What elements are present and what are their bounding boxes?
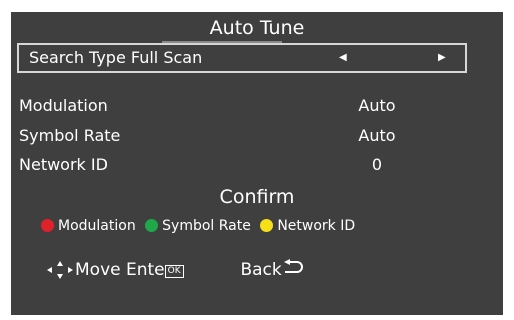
search-type-selector[interactable]: Search Type Full Scan ◀ ▶	[17, 43, 467, 73]
arrow-left-icon[interactable]: ◀	[339, 45, 347, 71]
search-type-label: Search Type Full Scan	[29, 48, 203, 67]
red-key-icon	[41, 219, 54, 232]
arrow-right-icon[interactable]: ▶	[438, 45, 446, 71]
network-id-value[interactable]: 0	[337, 155, 417, 175]
network-id-label: Network ID	[19, 155, 108, 174]
confirm-button[interactable]: Confirm	[11, 184, 503, 210]
enter-hint-label: Ente	[126, 260, 165, 280]
back-icon	[282, 258, 304, 282]
legend-label: Modulation	[58, 218, 136, 234]
legend-label: Network ID	[277, 218, 356, 234]
dpad-icon	[45, 260, 75, 280]
ok-key-icon: OK	[164, 265, 184, 278]
navigation-hints: Move Ente OK Back	[45, 258, 304, 282]
yellow-key-icon	[260, 219, 274, 232]
modulation-label: Modulation	[19, 96, 108, 115]
green-key-icon	[145, 219, 159, 232]
legend-item-modulation: Modulation	[41, 218, 140, 234]
move-hint-label: Move	[75, 260, 121, 280]
legend-item-network-id: Network ID	[260, 218, 355, 234]
legend-label: Symbol Rate	[162, 218, 251, 234]
color-key-legend: Modulation Symbol Rate Network ID	[41, 216, 360, 236]
auto-tune-menu: Auto Tune Search Type Full Scan ◀ ▶ Modu…	[11, 12, 503, 315]
symbol-rate-label: Symbol Rate	[19, 126, 121, 145]
back-hint-label: Back	[240, 260, 282, 280]
modulation-value[interactable]: Auto	[337, 96, 417, 116]
page-title: Auto Tune	[209, 17, 305, 39]
legend-item-symbol-rate: Symbol Rate	[145, 218, 255, 234]
symbol-rate-value[interactable]: Auto	[337, 126, 417, 146]
